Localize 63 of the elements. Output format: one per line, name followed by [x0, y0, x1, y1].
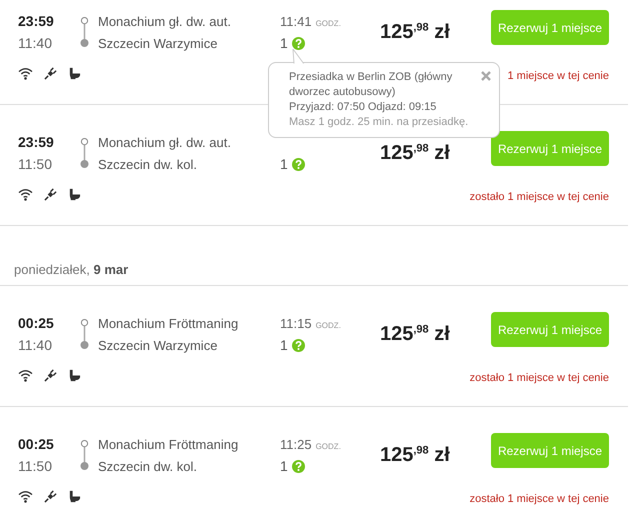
- departure-station: Monachium gł. dw. aut.: [98, 134, 232, 150]
- plug-icon: [44, 369, 57, 382]
- help-icon[interactable]: [292, 338, 305, 352]
- transfer-count: 1: [280, 35, 288, 51]
- reserve-button[interactable]: Rezerwuj 1 miejsce: [491, 10, 609, 45]
- help-icon[interactable]: [292, 36, 305, 50]
- availability-note: zostało 1 miejsce w tej cenie: [470, 191, 609, 203]
- duration: 11:25: [280, 436, 312, 452]
- plug-icon: [44, 67, 57, 80]
- departure-time: 00:25: [18, 436, 55, 452]
- duration: 11:41: [280, 14, 312, 28]
- plug-icon: [44, 490, 57, 503]
- transfer-count: 1: [280, 458, 288, 474]
- wifi-icon: [18, 188, 33, 201]
- date-header: poniedziałek, 9 mar: [0, 226, 628, 286]
- tooltip-text: Przesiadka w Berlin ZOB (główny dworzec autobusowy): [289, 70, 454, 100]
- duration: 11:15: [280, 316, 312, 330]
- arrival-station: Szczecin dw. kol.: [98, 156, 198, 172]
- departure-time: 23:59: [18, 134, 55, 150]
- tooltip-text: Masz 1 godz. 25 min. na przesiadkę.: [289, 115, 470, 130]
- departure-station: Monachium Fröttmaning: [98, 316, 240, 330]
- arrival-time: 11:40: [18, 35, 53, 51]
- duration-unit: GODZ.: [316, 320, 341, 330]
- wifi-icon: [18, 490, 33, 503]
- arrival-time: 11:50: [18, 458, 53, 474]
- arrival-time: 11:40: [18, 337, 53, 353]
- availability-note: zostało 1 miejsce w tej cenie: [470, 372, 609, 384]
- wifi-icon: [18, 369, 33, 382]
- tooltip-text: Przyjazd: 07:50 Odjazd: 09:15: [289, 100, 438, 115]
- transfer-count: 1: [280, 156, 288, 172]
- reserve-button[interactable]: Rezerwuj 1 miejsce: [491, 312, 609, 347]
- price: 125$^{,98}$ zł: [380, 322, 451, 346]
- arrival-station: Szczecin dw. kol.: [98, 458, 198, 474]
- route-line-drawing: [80, 440, 89, 470]
- route-line-drawing: [80, 319, 89, 349]
- toilet-icon: [68, 67, 81, 80]
- duration-unit: GODZ.: [316, 442, 341, 450]
- departure-station: Monachium Fröttmaning: [98, 436, 240, 452]
- route-line-drawing: [80, 17, 89, 47]
- reserve-button[interactable]: Rezerwuj 1 miejsce: [491, 433, 609, 468]
- reserve-button[interactable]: Rezerwuj 1 miejsce: [491, 131, 609, 166]
- price: 125$^{,98}$ zł: [380, 444, 451, 466]
- arrival-time: 11:50: [18, 156, 53, 172]
- availability-note: 1 miejsce w tej cenie: [508, 70, 609, 82]
- duration-unit: GODZ.: [316, 18, 341, 28]
- departure-time: 23:59: [18, 13, 55, 29]
- departure-station: Monachium gł. dw. aut.: [98, 14, 232, 28]
- toilet-icon: [68, 188, 81, 201]
- availability-note: zostało 1 miejsce w tej cenie: [470, 493, 609, 505]
- toilet-icon: [68, 490, 81, 503]
- toilet-icon: [68, 369, 81, 382]
- plug-icon: [44, 188, 57, 201]
- route-line-drawing: [80, 138, 89, 168]
- price: 125$^{,98}$ zł: [380, 142, 451, 164]
- close-icon[interactable]: [481, 71, 491, 81]
- help-icon[interactable]: [292, 158, 305, 170]
- transfer-count: 1: [280, 337, 288, 353]
- price: 125$^{,98}$ zł: [380, 20, 451, 44]
- arrival-station: Szczecin Warzymice: [98, 338, 218, 352]
- wifi-icon: [18, 67, 33, 80]
- arrival-station: Szczecin Warzymice: [98, 36, 218, 50]
- departure-time: 00:25: [18, 315, 55, 331]
- help-icon[interactable]: [292, 460, 305, 472]
